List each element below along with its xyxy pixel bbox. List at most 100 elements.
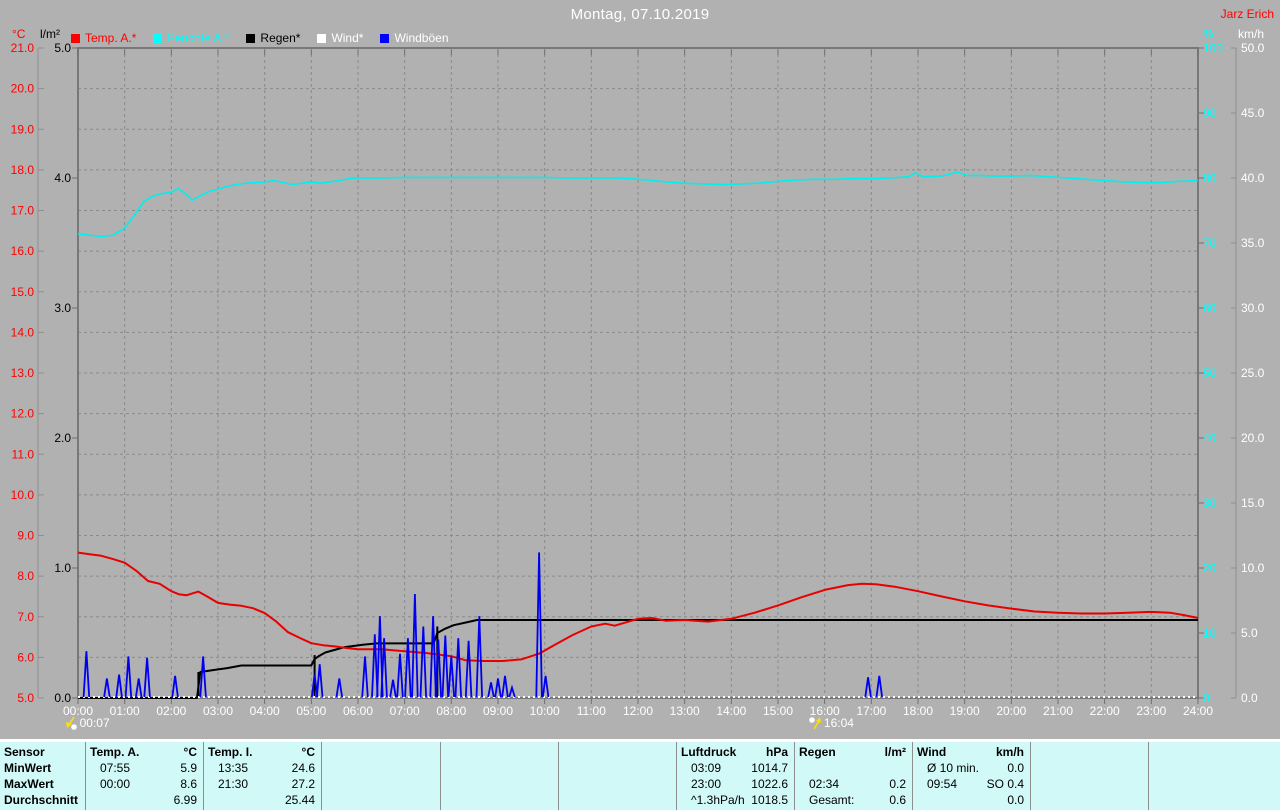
table-cell-time: 02:34 (795, 776, 839, 792)
x-axis-label: 24:00 (1183, 704, 1213, 718)
table-cell-value: 1018.5 (745, 792, 794, 808)
table-cell-value (336, 776, 440, 792)
table-col-wind: Windkm/hØ 10 min.0.009:54SO 0.40.0 (913, 742, 1031, 810)
temp-axis-label: 17.0 (11, 204, 35, 218)
table-cell-value: 1022.6 (721, 776, 794, 792)
table-col-temp-a-: Temp. A.°C07:555.900:008.66.99 (86, 742, 204, 810)
rain-axis-label: 5.0 (54, 41, 71, 55)
gust-spike (136, 679, 142, 698)
gust-spike (116, 675, 122, 697)
gust-spike (144, 658, 150, 697)
table-cell-time (86, 792, 100, 808)
table-cell-time: 00:00 (86, 776, 130, 792)
gust-spike (126, 656, 132, 697)
gust-spike (172, 676, 178, 697)
weather-app-window: { "window": { "title": "Montag, 07.10.20… (0, 0, 1280, 810)
table-cell-value: 1014.7 (721, 760, 794, 776)
table-col-header: Regen (795, 744, 836, 760)
gust-spike (443, 636, 449, 697)
table-cell-time: 03:09 (677, 760, 721, 776)
table-col-empty-end (1149, 742, 1280, 810)
x-axis-label: 06:00 (343, 704, 373, 718)
gust-spike (104, 679, 110, 698)
stats-table: SensorMinWertMaxWertDurchschnitt Temp. A.… (0, 742, 1280, 810)
temp-axis-label: 21.0 (11, 41, 35, 55)
x-axis-label: 13:00 (670, 704, 700, 718)
moonrise-icon (808, 716, 822, 730)
humidity-axis-label: 10 (1203, 626, 1217, 640)
weather-chart: 21.020.019.018.017.016.015.014.013.012.0… (0, 0, 1280, 810)
table-col-unit: °C (252, 744, 321, 760)
gust-spike (390, 680, 396, 697)
gust-spike (381, 638, 387, 697)
humidity-axis-label: 100 (1203, 41, 1223, 55)
table-row-label: Durchschnitt (0, 792, 78, 808)
gust-spike (397, 654, 403, 697)
humidity-axis-label: 20 (1203, 561, 1217, 575)
x-axis-label: 20:00 (996, 704, 1026, 718)
temp-axis-label: 12.0 (11, 407, 35, 421)
table-col-header: Wind (913, 744, 946, 760)
wind-axis-label: 0.0 (1241, 691, 1258, 705)
moonset-time: 00:07 (80, 716, 110, 730)
gust-spike (865, 677, 871, 697)
table-col-header: Luftdruck (677, 744, 736, 760)
gust-spike (317, 664, 323, 697)
table-cell-time (559, 776, 573, 792)
gust-spike (337, 679, 343, 698)
table-cell-time: ^1.3hPa/h (677, 792, 745, 808)
humidity-axis-label: 80 (1203, 171, 1217, 185)
gust-spike (200, 656, 206, 697)
table-cell-value (573, 776, 676, 792)
gust-spike (456, 638, 462, 697)
wind-axis-label: 10.0 (1241, 561, 1265, 575)
table-col-empty-8 (1031, 742, 1149, 810)
x-axis-label: 22:00 (1090, 704, 1120, 718)
x-axis-label: 08:00 (436, 704, 466, 718)
moonset-icon (64, 716, 78, 730)
gust-spike (466, 641, 472, 697)
table-cell-value (455, 760, 558, 776)
table-cell-value: 6.99 (100, 792, 203, 808)
table-cell-value: 24.6 (248, 760, 321, 776)
humidity-axis-label: 50 (1203, 366, 1217, 380)
table-col-unit (1035, 744, 1148, 760)
table-cell-value (573, 760, 676, 776)
humidity-axis-label: 0 (1203, 691, 1210, 705)
table-cell-time (1031, 760, 1045, 776)
table-row-label: Sensor (0, 744, 45, 760)
table-cell-time (559, 760, 573, 776)
gust-spike (877, 676, 883, 697)
gust-spike (509, 688, 515, 697)
table-col-unit: hPa (736, 744, 794, 760)
table-row-label: MinWert (0, 760, 51, 776)
table-cell-time (559, 792, 573, 808)
gust-spike (477, 616, 483, 697)
x-axis-label: 07:00 (390, 704, 420, 718)
x-axis-label: 10:00 (530, 704, 560, 718)
table-row-label: MaxWert (0, 776, 54, 792)
table-cell-value (1045, 760, 1148, 776)
table-col-header: Temp. A. (86, 744, 139, 760)
wind-axis-label: 30.0 (1241, 301, 1265, 315)
table-cell-value: 27.2 (248, 776, 321, 792)
x-axis-label: 04:00 (250, 704, 280, 718)
gust-spike (362, 656, 368, 697)
table-cell-value (1045, 776, 1148, 792)
table-cell-time (913, 792, 927, 808)
table-cell-value: 5.9 (130, 760, 203, 776)
table-col-empty-3 (441, 742, 559, 810)
temp-axis-label: 20.0 (11, 82, 35, 96)
table-col-regen: Regenl/m²02:340.2Gesamt:0.6 (795, 742, 913, 810)
table-cell-value: 0.2 (839, 776, 912, 792)
table-cell-time: 09:54 (913, 776, 957, 792)
table-cell-value (809, 760, 912, 776)
temp-axis-label: 11.0 (12, 447, 35, 461)
table-cell-time: 13:35 (204, 760, 248, 776)
table-col-unit: °C (139, 744, 203, 760)
rain-axis-label: 2.0 (54, 431, 71, 445)
rain-axis-label: 0.0 (54, 691, 71, 705)
x-axis-label: 19:00 (950, 704, 980, 718)
humidity-axis-label: 40 (1203, 431, 1217, 445)
gust-spike (430, 616, 436, 697)
